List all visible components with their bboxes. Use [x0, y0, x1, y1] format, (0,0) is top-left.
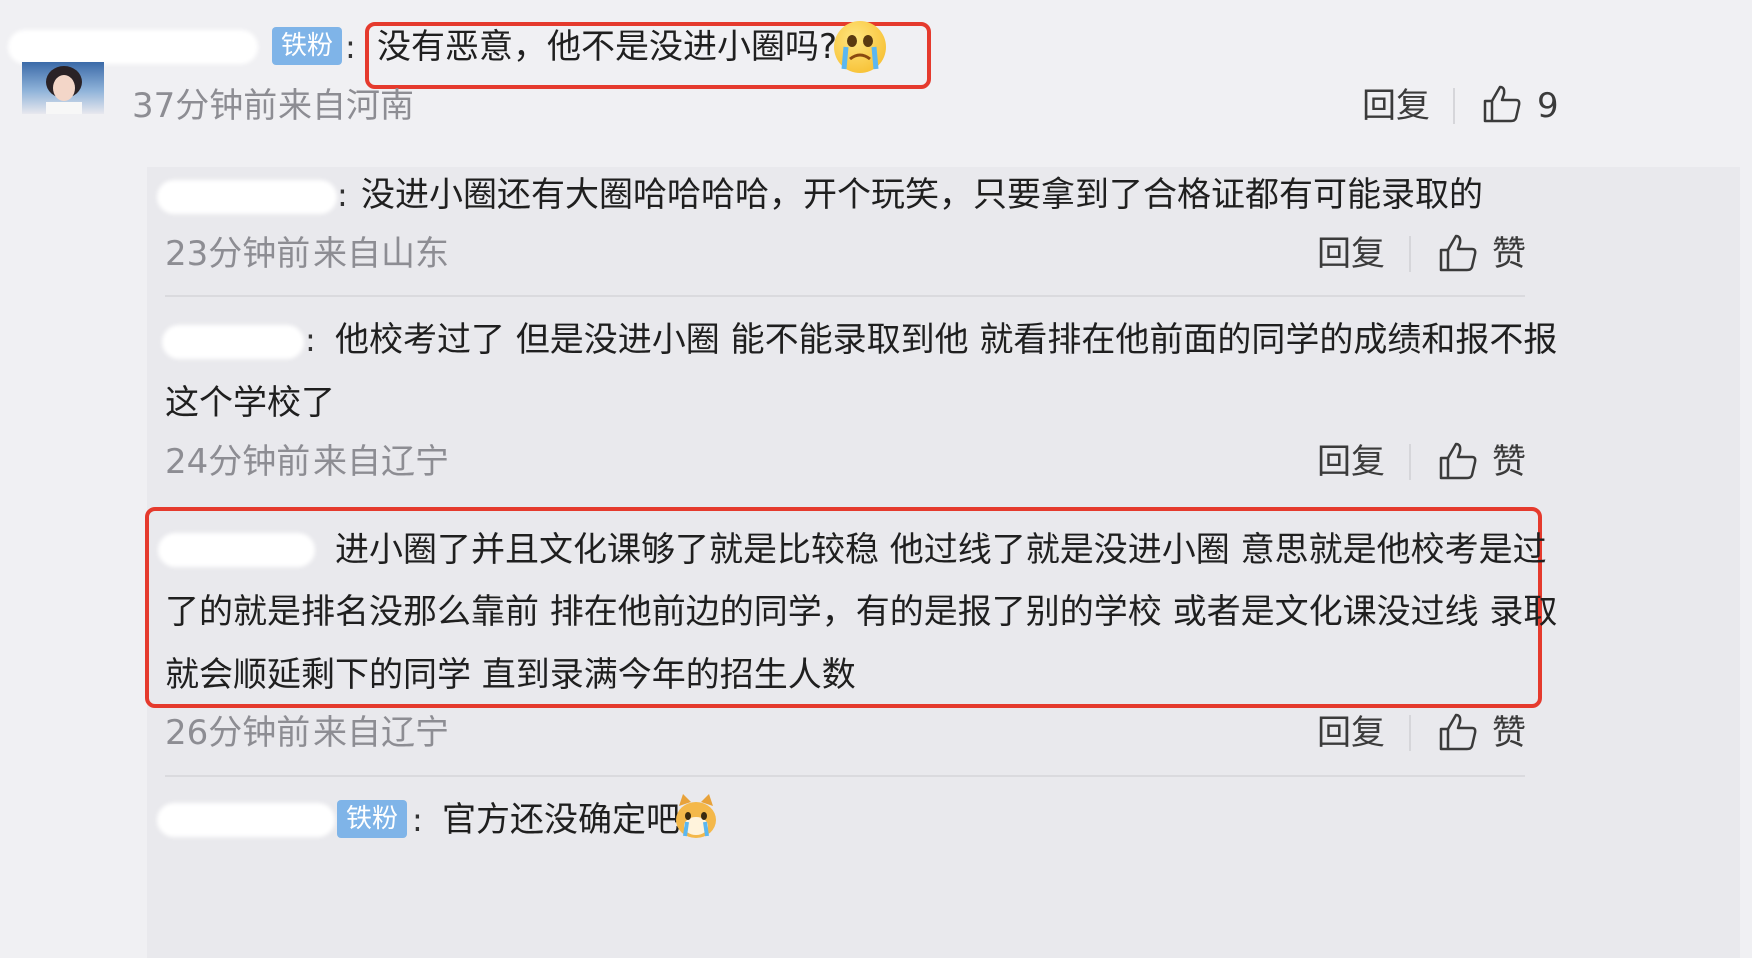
username-redacted[interactable] [157, 180, 337, 214]
action-divider [1453, 88, 1455, 124]
reply-time: 26分钟前 [165, 713, 311, 753]
reply-colon: : [337, 176, 348, 214]
crying-cat-icon [673, 792, 719, 844]
username-redacted[interactable] [158, 533, 315, 567]
action-divider [1409, 444, 1411, 480]
reply-location: 来自辽宁 [313, 713, 449, 753]
action-divider [1409, 715, 1411, 751]
comment-colon: : [345, 28, 356, 66]
reply-colon: : [412, 801, 423, 839]
thumbs-up-icon[interactable] [1437, 440, 1479, 482]
reply-button[interactable]: 回复 [1317, 232, 1385, 276]
like-count[interactable]: 9 [1537, 84, 1559, 128]
reply-button[interactable]: 回复 [1362, 84, 1430, 128]
comment-location: 来自河南 [278, 86, 414, 126]
reply-text-line-1: 他校考过了 但是没进小圈 能不能录取到他 就看排在他前面的同学的成绩和报不报 [335, 320, 1558, 360]
reply-location: 来自山东 [313, 234, 449, 274]
like-button[interactable]: 赞 [1492, 711, 1526, 755]
reply-divider [165, 295, 1525, 297]
like-button[interactable]: 赞 [1492, 440, 1526, 484]
username-redacted[interactable] [157, 803, 335, 837]
like-button[interactable]: 赞 [1492, 232, 1526, 276]
reply-text: 官方还没确定吧 [442, 800, 680, 840]
fan-badge: 铁粉 [337, 800, 408, 838]
reply-time: 23分钟前 [165, 234, 311, 274]
reply-button[interactable]: 回复 [1317, 711, 1385, 755]
reply-button[interactable]: 回复 [1317, 440, 1385, 484]
username-redacted[interactable] [8, 30, 258, 64]
crying-face-icon [834, 21, 886, 73]
thumbs-up-icon[interactable] [1481, 83, 1523, 125]
reply-location: 来自辽宁 [313, 442, 449, 482]
comment-time: 37分钟前 [132, 86, 278, 126]
comment-text: 没有恶意，他不是没进小圈吗? [377, 27, 838, 67]
reply-text-line-3: 就会顺延剩下的同学 直到录满今年的招生人数 [165, 655, 856, 695]
reply-text-line-2: 了的就是排名没那么靠前 排在他前边的同学，有的是报了别的学校 或者是文化课没过线… [165, 592, 1558, 632]
username-redacted[interactable] [162, 325, 304, 359]
thumbs-up-icon[interactable] [1437, 711, 1479, 753]
thumbs-up-icon[interactable] [1437, 232, 1479, 274]
reply-colon: : [305, 321, 316, 359]
fan-badge: 铁粉 [272, 27, 343, 65]
action-divider [1409, 236, 1411, 272]
reply-text-line-2: 这个学校了 [165, 383, 335, 423]
reply-divider [165, 775, 1525, 777]
reply-text: 没进小圈还有大圈哈哈哈哈，开个玩笑，只要拿到了合格证都有可能录取的 [361, 175, 1483, 215]
avatar[interactable] [22, 62, 104, 114]
reply-time: 24分钟前 [165, 442, 311, 482]
reply-text-line-1: 进小圈了并且文化课够了就是比较稳 他过线了就是没进小圈 意思就是他校考是过 [335, 530, 1547, 570]
